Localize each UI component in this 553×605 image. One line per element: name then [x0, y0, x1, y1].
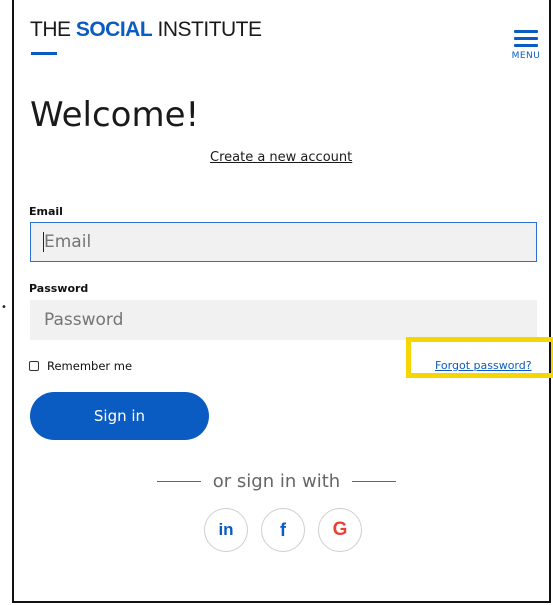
hamburger-icon-line	[514, 44, 538, 47]
facebook-icon: f	[280, 519, 286, 540]
forgot-password-link[interactable]: Forgot password?	[435, 359, 532, 372]
sign-in-button[interactable]: Sign in	[30, 392, 209, 440]
logo-underline	[31, 52, 57, 55]
divider-line-left	[156, 481, 201, 482]
linkedin-button[interactable]: in	[204, 508, 248, 552]
page-title: Welcome!	[30, 95, 200, 135]
remember-checkbox[interactable]	[29, 361, 39, 371]
create-account-link[interactable]: Create a new account	[210, 150, 352, 165]
or-sign-in-text: or sign in with	[212, 471, 341, 492]
menu-button[interactable]: MENU	[510, 30, 542, 61]
linkedin-icon: in	[218, 520, 234, 539]
text-caret	[43, 232, 44, 252]
or-divider: or sign in with	[0, 471, 553, 492]
google-icon: G	[332, 519, 348, 540]
email-input[interactable]	[30, 222, 537, 262]
logo-suffix: INSTITUTE	[152, 18, 263, 41]
google-button[interactable]: G	[318, 508, 362, 552]
logo[interactable]: THE SOCIAL INSTITUTE	[30, 18, 262, 42]
remember-me[interactable]: Remember me	[29, 359, 132, 373]
social-buttons: in f G	[204, 508, 362, 552]
remember-label: Remember me	[47, 359, 133, 373]
side-marker: •	[1, 302, 7, 313]
password-label: Password	[29, 282, 89, 295]
email-label: Email	[29, 205, 63, 218]
divider-line-right	[352, 481, 397, 482]
menu-label: MENU	[511, 51, 541, 61]
password-input[interactable]	[30, 300, 537, 340]
hamburger-icon	[514, 30, 538, 33]
hamburger-icon-line	[514, 37, 538, 40]
logo-prefix: THE	[30, 18, 76, 41]
logo-strong: SOCIAL	[75, 18, 153, 41]
facebook-button[interactable]: f	[261, 508, 305, 552]
